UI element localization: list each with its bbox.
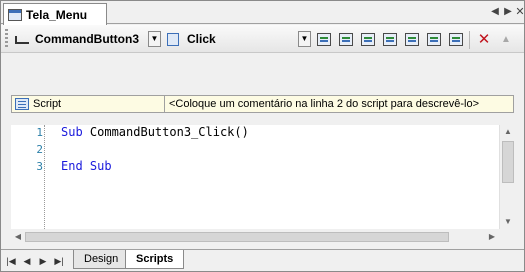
event-combo[interactable]: Click ▼	[167, 29, 311, 49]
script-window-icon[interactable]	[337, 30, 355, 48]
scroll-thumb[interactable]	[25, 232, 449, 242]
script-properties-icon[interactable]	[381, 30, 399, 48]
horizontal-scrollbar[interactable]: ◀ ▶	[11, 230, 499, 244]
prev-tab-icon[interactable]: ◀	[21, 254, 33, 268]
script-debug-icon[interactable]	[425, 30, 443, 48]
vertical-scrollbar[interactable]: ▲ ▼	[499, 125, 515, 229]
up-arrow-icon[interactable]: ▲	[497, 30, 515, 48]
scroll-thumb[interactable]	[502, 141, 514, 183]
first-tab-icon[interactable]: |◀	[5, 254, 17, 268]
script-add-icon[interactable]	[315, 30, 333, 48]
line-number: 2	[36, 143, 43, 156]
script-print-icon[interactable]	[447, 30, 465, 48]
line-number-gutter: 1 2 3	[11, 125, 45, 229]
screen-icon	[8, 8, 22, 21]
document-tab-label: Tela_Menu	[26, 7, 88, 22]
tab-scripts[interactable]: Scripts	[125, 250, 185, 269]
document-tab[interactable]: Tela_Menu	[3, 3, 107, 25]
script-compile-icon[interactable]	[403, 30, 421, 48]
script-label: Script	[33, 98, 62, 110]
keyword: Sub	[61, 125, 83, 139]
chevron-down-icon[interactable]: ▼	[298, 31, 311, 47]
script-icon	[15, 98, 29, 110]
script-label-cell: Script	[12, 96, 165, 112]
tab-prev-icon[interactable]: ◀	[488, 5, 502, 19]
code-line[interactable]: Sub CommandButton3_Click()	[61, 125, 249, 139]
view-tab-bar: |◀ ◀ ▶ ▶| Design Scripts	[1, 249, 524, 271]
script-comment: <Coloque um comentário na linha 2 do scr…	[169, 98, 480, 110]
next-tab-icon[interactable]: ▶	[37, 254, 49, 268]
scroll-down-icon[interactable]: ▼	[500, 215, 516, 229]
code-line[interactable]: End Sub	[61, 159, 112, 173]
code-editor[interactable]: 1 2 3 Sub CommandButton3_Click() End Sub…	[11, 125, 515, 229]
delete-icon[interactable]: ✕	[475, 30, 493, 48]
script-editor-window: Tela_Menu ◀ ▶ ✕ CommandButton3 ▼ Click ▼…	[0, 0, 525, 272]
document-tab-strip: Tela_Menu ◀ ▶ ✕	[1, 1, 525, 25]
last-tab-icon[interactable]: ▶|	[53, 254, 65, 268]
toolbar-separator	[469, 31, 470, 49]
script-list-icon[interactable]	[359, 30, 377, 48]
scroll-right-icon[interactable]: ▶	[485, 230, 499, 244]
button-object-icon	[15, 36, 29, 44]
event-icon	[167, 32, 179, 46]
object-combo-value: CommandButton3	[35, 32, 139, 46]
object-combo[interactable]: CommandButton3 ▼	[15, 29, 161, 49]
code-text: CommandButton3_Click()	[82, 125, 249, 139]
close-icon[interactable]: ✕	[513, 5, 525, 19]
line-number: 1	[36, 126, 43, 139]
scroll-left-icon[interactable]: ◀	[11, 230, 25, 244]
toolbar-grip[interactable]	[5, 29, 8, 49]
line-number: 3	[36, 160, 43, 173]
script-comment-bar: Script <Coloque um comentário na linha 2…	[11, 95, 514, 113]
chevron-down-icon[interactable]: ▼	[148, 31, 161, 47]
event-combo-value: Click	[187, 32, 216, 46]
script-toolbar: CommandButton3 ▼ Click ▼ ✕ ▲	[1, 25, 524, 53]
keyword: End Sub	[61, 159, 112, 173]
scroll-up-icon[interactable]: ▲	[500, 125, 516, 139]
tab-design[interactable]: Design	[73, 250, 130, 269]
